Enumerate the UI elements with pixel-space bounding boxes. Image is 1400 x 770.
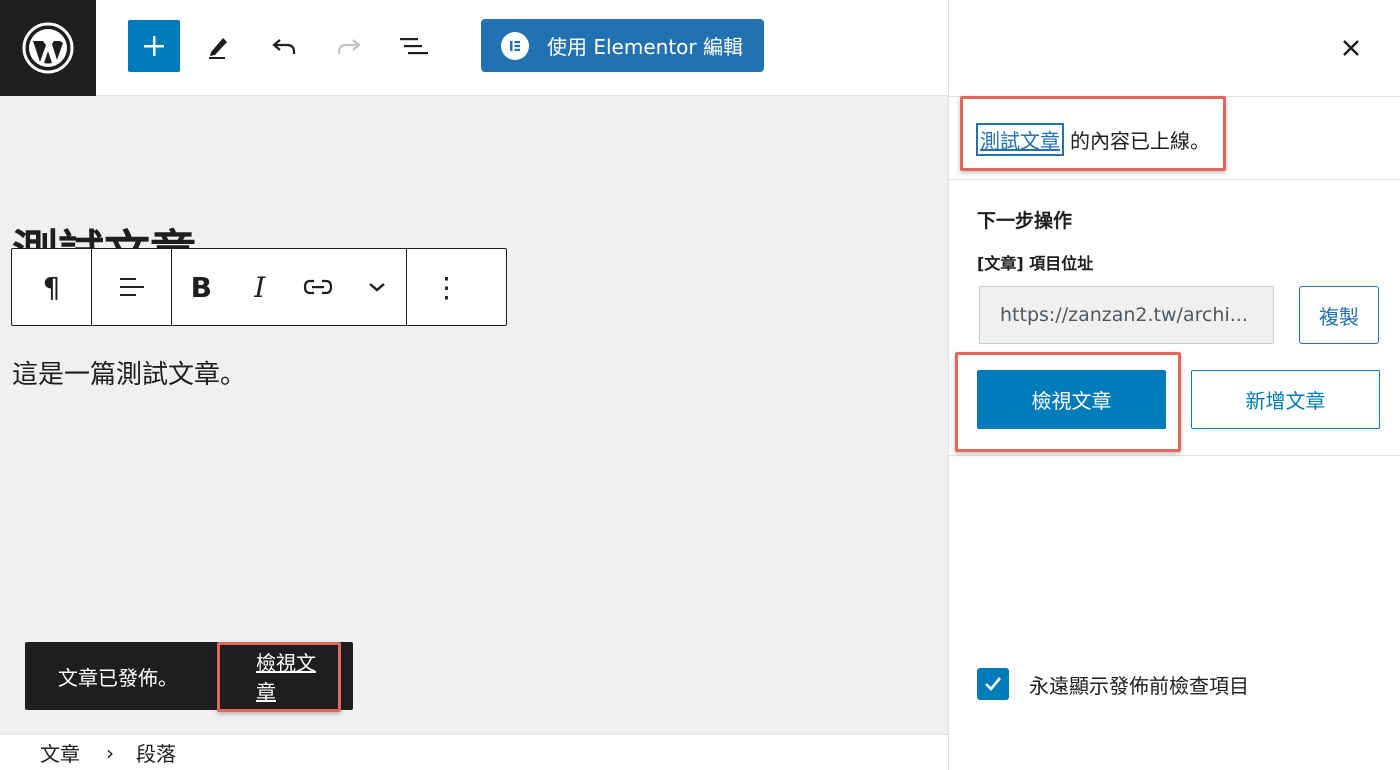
list-view-icon — [400, 38, 428, 55]
publish-status-header: 測試文章 的內容已上線。 — [949, 96, 1400, 180]
wordpress-logo[interactable] — [0, 0, 96, 96]
chevron-down-icon — [368, 283, 385, 292]
more-vertical-icon: ⋮ — [432, 270, 461, 304]
breadcrumb-separator-icon: › — [106, 740, 114, 765]
view-post-button[interactable]: 檢視文章 — [977, 370, 1166, 429]
checkmark-icon — [985, 677, 1002, 691]
published-suffix: 的內容已上線。 — [1070, 129, 1210, 153]
redo-icon — [337, 39, 361, 54]
link-button[interactable] — [289, 249, 348, 325]
align-button[interactable] — [92, 249, 171, 325]
add-new-post-button[interactable]: 新增文章 — [1191, 370, 1380, 429]
add-block-button[interactable] — [128, 20, 180, 72]
elementor-icon — [501, 31, 529, 60]
snackbar-notice: 文章已發佈。 檢視文章 — [25, 642, 353, 710]
paragraph-block-button[interactable]: ¶ — [12, 249, 91, 325]
editor-canvas: 測試文章 ¶ B I — [0, 96, 948, 734]
always-show-checkbox[interactable] — [977, 668, 1009, 700]
post-url-field[interactable]: https://zanzan2.tw/archi... — [979, 286, 1274, 344]
always-show-label: 永遠顯示發佈前檢查項目 — [1029, 673, 1249, 698]
paragraph-icon: ¶ — [42, 270, 61, 304]
published-message: 測試文章 的內容已上線。 — [976, 123, 1210, 156]
bold-icon: B — [190, 270, 212, 304]
elementor-button-label: 使用 Elementor 編輯 — [547, 35, 743, 59]
always-show-prepublish-option: 永遠顯示發佈前檢查項目 — [977, 668, 1249, 700]
close-panel-button[interactable] — [1329, 26, 1373, 70]
undo-button[interactable] — [258, 20, 310, 72]
breadcrumb-item-paragraph[interactable]: 段落 — [136, 738, 176, 767]
block-options-button[interactable]: ⋮ — [407, 249, 486, 325]
redo-button[interactable] — [323, 20, 375, 72]
editor-header: 使用 Elementor 編輯 — [0, 0, 948, 96]
tools-button[interactable] — [193, 20, 245, 72]
align-left-icon — [119, 278, 144, 296]
breadcrumb-item-post[interactable]: 文章 — [40, 738, 80, 767]
formatting-group: B I — [172, 249, 407, 325]
plus-icon — [144, 36, 164, 56]
snackbar-view-post-link[interactable]: 檢視文章 — [236, 642, 353, 710]
italic-button[interactable]: I — [231, 249, 290, 325]
snackbar-message: 文章已發佈。 — [58, 665, 178, 690]
close-icon — [1343, 40, 1359, 56]
post-title[interactable]: 測試文章 — [12, 224, 196, 250]
wordpress-icon — [22, 22, 74, 74]
block-type-group: ¶ — [12, 249, 92, 325]
edit-with-elementor-button[interactable]: 使用 Elementor 編輯 — [481, 19, 764, 72]
link-icon — [304, 279, 333, 295]
undo-icon — [272, 39, 296, 54]
document-overview-button[interactable] — [388, 20, 440, 72]
post-url-label: [文章] 項目位址 — [977, 254, 1094, 273]
block-toolbar: ¶ B I ⋮ — [11, 248, 507, 326]
alignment-group — [92, 249, 172, 325]
italic-icon: I — [254, 270, 266, 304]
published-post-link[interactable]: 測試文章 — [976, 123, 1064, 156]
more-formatting-button[interactable] — [348, 249, 407, 325]
next-steps-section: 下一步操作 [文章] 項目位址 https://zanzan2.tw/archi… — [949, 180, 1400, 456]
options-group: ⋮ — [407, 249, 486, 325]
block-breadcrumb: 文章 › 段落 — [0, 734, 948, 770]
paragraph-block[interactable]: 這是一篇測試文章。 — [12, 354, 246, 391]
bold-button[interactable]: B — [172, 249, 231, 325]
copy-url-button[interactable]: 複製 — [1299, 286, 1379, 344]
pencil-icon — [209, 38, 227, 59]
post-publish-panel: 測試文章 的內容已上線。 下一步操作 [文章] 項目位址 https://zan… — [948, 0, 1400, 770]
next-steps-title: 下一步操作 — [977, 210, 1073, 232]
